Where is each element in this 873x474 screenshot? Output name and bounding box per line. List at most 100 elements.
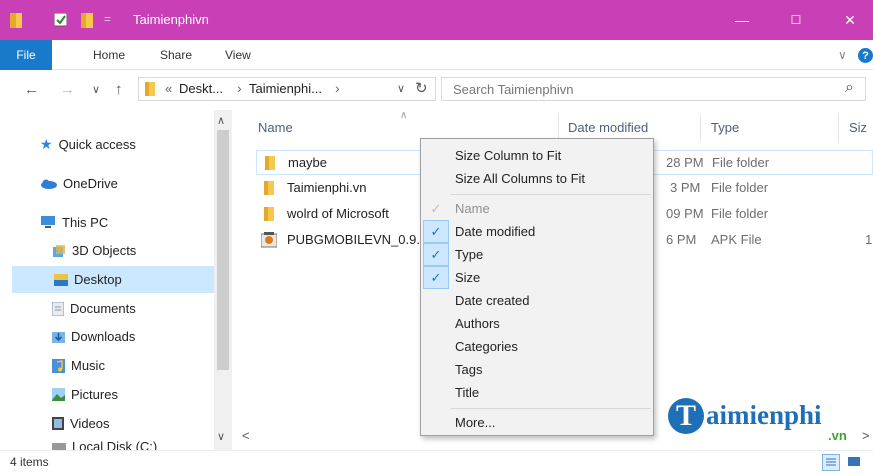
explorer-window: = Taimienphivn — ☐ ✕ File Home Share Vie…: [0, 0, 873, 474]
help-icon[interactable]: ?: [858, 48, 873, 63]
checkmark-icon: ✓: [423, 220, 449, 243]
nav-item-desktop[interactable]: Desktop: [12, 266, 214, 293]
new-folder-icon[interactable]: [81, 13, 93, 28]
download-icon: [52, 332, 65, 343]
details-view-button[interactable]: [822, 454, 840, 471]
status-bar: 4 items: [0, 450, 873, 474]
address-bar[interactable]: « Deskt... › Taimienphi... › ∨ ↻: [138, 77, 436, 101]
properties-icon[interactable]: [54, 13, 67, 28]
column-header-date-modified[interactable]: Date modified: [568, 120, 648, 135]
music-icon: [52, 358, 65, 373]
menu-item-label: Authors: [455, 316, 500, 331]
column-header-size[interactable]: Siz: [849, 120, 867, 135]
nav-item-downloads[interactable]: Downloads: [52, 323, 135, 350]
title-bar[interactable]: = Taimienphivn — ☐ ✕: [0, 0, 873, 40]
menu-item-date-created[interactable]: Date created: [423, 289, 651, 312]
folder-icon: [264, 181, 274, 195]
nav-item-label: Videos: [70, 416, 110, 431]
nav-scroll-down-icon[interactable]: ∨: [217, 430, 225, 443]
menu-item-size[interactable]: ✓ Size: [423, 266, 651, 289]
address-dropdown-icon[interactable]: ∨: [397, 82, 405, 95]
menu-item-title[interactable]: Title: [423, 381, 651, 404]
back-button[interactable]: ←: [24, 81, 39, 98]
menu-item-size-all-columns-to-fit[interactable]: Size All Columns to Fit: [423, 167, 651, 190]
breadcrumb-taimienphi[interactable]: Taimienphi...: [249, 81, 322, 96]
breadcrumb-desktop[interactable]: Deskt...: [179, 81, 223, 96]
watermark-text: aimienphi: [706, 400, 822, 430]
hscroll-left-icon[interactable]: <: [242, 428, 250, 443]
nav-item-label: Quick access: [58, 137, 136, 152]
computer-icon: [41, 216, 55, 228]
tab-file[interactable]: File: [0, 40, 52, 70]
nav-item-label: Desktop: [74, 272, 122, 287]
file-type: APK File: [711, 232, 762, 247]
nav-item-label: Downloads: [71, 329, 136, 344]
menu-item-type[interactable]: ✓ Type: [423, 243, 651, 266]
nav-scroll-thumb[interactable]: [217, 130, 229, 370]
maximize-button[interactable]: ☐: [773, 0, 819, 40]
minimize-button[interactable]: —: [719, 0, 765, 40]
menu-item-categories[interactable]: Categories: [423, 335, 651, 358]
cube-icon: [53, 244, 65, 257]
menu-item-tags[interactable]: Tags: [423, 358, 651, 381]
breadcrumb-chevron[interactable]: ›: [335, 80, 340, 96]
folder-location-icon: [145, 82, 155, 96]
document-icon: [52, 301, 64, 316]
nav-scroll-up-icon[interactable]: ∧: [217, 114, 225, 127]
ribbon-expand-icon[interactable]: ∨: [838, 48, 847, 62]
menu-item-date-modified[interactable]: ✓ Date modified: [423, 220, 651, 243]
menu-item-label: Tags: [455, 362, 483, 377]
menu-item-more[interactable]: More...: [423, 411, 651, 434]
tab-view[interactable]: View: [225, 48, 251, 62]
nav-item-music[interactable]: Music: [52, 352, 105, 379]
search-input[interactable]: Search Taimienphivn: [453, 82, 573, 97]
large-icons-view-button[interactable]: [846, 454, 864, 471]
close-button[interactable]: ✕: [827, 0, 873, 40]
watermark-tld: .vn: [828, 428, 847, 443]
nav-item-quick-access[interactable]: ★ Quick access: [40, 131, 136, 158]
refresh-icon[interactable]: ↻: [415, 79, 428, 97]
tab-share[interactable]: Share: [160, 48, 192, 62]
tab-home[interactable]: Home: [93, 48, 125, 62]
file-date: 09 PM: [666, 206, 704, 221]
menu-item-label: Size All Columns to Fit: [455, 171, 586, 186]
recent-locations-button[interactable]: ∨: [92, 83, 100, 96]
search-box[interactable]: Search Taimienphivn ⌕: [441, 77, 866, 101]
nav-item-label: Music: [71, 358, 105, 373]
nav-item-videos[interactable]: Videos: [52, 410, 110, 437]
file-type: File folder: [711, 180, 769, 195]
details-view-icon: [826, 458, 836, 466]
watermark-t-icon: T: [668, 398, 704, 434]
breadcrumb-separator: ›: [237, 80, 242, 96]
menu-item-name: ✓ Name: [423, 197, 651, 220]
forward-button[interactable]: →: [60, 81, 75, 98]
nav-item-pictures[interactable]: Pictures: [52, 381, 118, 408]
nav-item-this-pc[interactable]: This PC: [40, 209, 108, 236]
picture-icon: [52, 388, 65, 401]
file-type: File folder: [712, 155, 770, 170]
checkmark-icon: ✓: [430, 200, 442, 216]
nav-item-label: OneDrive: [63, 176, 118, 191]
menu-item-authors[interactable]: Authors: [423, 312, 651, 335]
column-header-type[interactable]: Type: [711, 120, 739, 135]
file-name: wolrd of Microsoft: [287, 206, 389, 221]
nav-item-label: Documents: [70, 301, 136, 316]
column-divider[interactable]: [838, 114, 839, 142]
nav-item-3d-objects[interactable]: 3D Objects: [52, 237, 136, 264]
app-folder-icon: [10, 13, 22, 28]
video-icon: [52, 417, 64, 430]
breadcrumb-overflow[interactable]: «: [165, 81, 172, 96]
column-header-name[interactable]: Name: [258, 120, 293, 135]
nav-item-onedrive[interactable]: OneDrive: [40, 170, 118, 197]
star-icon: ★: [40, 136, 53, 152]
column-divider[interactable]: [700, 114, 701, 142]
qa-customize-icon[interactable]: =: [104, 12, 111, 27]
search-icon[interactable]: ⌕: [845, 79, 854, 97]
menu-item-size-column-to-fit[interactable]: Size Column to Fit: [423, 144, 651, 167]
menu-item-label: Date modified: [455, 224, 536, 239]
cloud-icon: [41, 179, 57, 189]
up-button[interactable]: ↑: [115, 81, 123, 98]
nav-item-documents[interactable]: Documents: [52, 295, 136, 322]
ribbon-tabs: File Home Share View ∨ ?: [0, 40, 873, 70]
file-name: maybe: [288, 155, 328, 170]
